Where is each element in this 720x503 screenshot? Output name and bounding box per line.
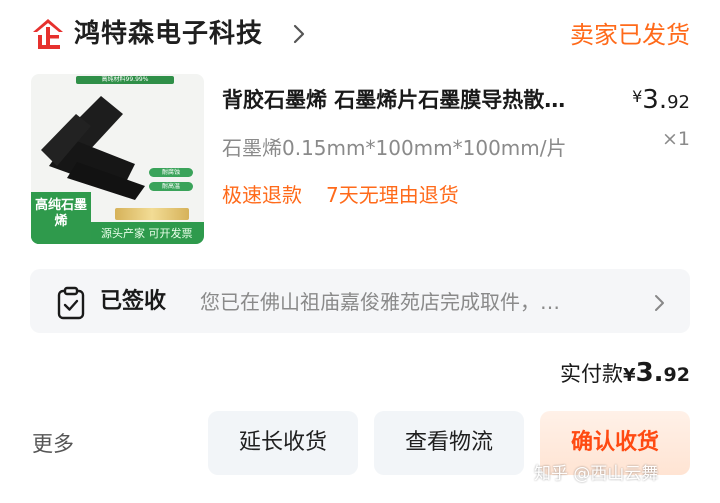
product-title[interactable]: 背胶石墨烯 石墨烯片石墨膜导热散…	[222, 85, 614, 115]
view-logistics-button[interactable]: 查看物流	[374, 411, 524, 475]
service-tags: 极速退款 7天无理由退货	[222, 180, 483, 210]
paid-amount: 实付款¥3.92	[560, 356, 690, 393]
more-button[interactable]: 更多	[32, 428, 74, 460]
paid-currency: ¥	[623, 365, 636, 386]
thumb-label-text: 高纯石墨烯	[34, 198, 87, 229]
extend-receipt-button[interactable]: 延长收货	[208, 411, 358, 475]
price-currency: ¥	[632, 87, 643, 106]
thumb-label: 高纯石墨烯	[31, 192, 91, 244]
price-cents: 92	[667, 92, 690, 113]
logistics-status: 已签收	[100, 289, 167, 314]
service-tag-7day-return: 7天无理由退货	[326, 183, 459, 207]
paid-integer: 3.	[635, 358, 664, 388]
product-quantity: ×1	[661, 128, 690, 150]
chevron-right-icon[interactable]	[652, 290, 668, 316]
logistics-description: 您已在佛山祖庙嘉俊雅苑店完成取件，…	[200, 290, 560, 314]
thumb-gold-bar	[115, 208, 189, 220]
shop-name[interactable]: 鸿特森电子科技	[74, 16, 263, 52]
product-thumbnail[interactable]: 高纯材料99.99% 耐腐蚀 耐高温 源头产家 可开发票 高纯石墨烯	[31, 74, 204, 244]
thumb-chip-1: 耐腐蚀	[149, 168, 193, 177]
order-status: 卖家已发货	[570, 21, 690, 49]
chevron-right-icon[interactable]	[290, 20, 310, 48]
paid-cents: 92	[663, 364, 690, 386]
thumb-bottom-text: 源头产家 可开发票	[101, 227, 193, 240]
price-integer: 3.	[642, 85, 668, 115]
product-price: ¥3.92	[632, 80, 690, 120]
clipboard-check-icon	[56, 286, 86, 320]
service-tag-fast-refund: 极速退款	[222, 183, 302, 207]
paid-label: 实付款	[560, 362, 624, 386]
watermark: 知乎 @西山云舞	[534, 464, 659, 484]
product-spec: 石墨烯0.15mm*100mm*100mm/片	[222, 136, 567, 160]
shop-logo-icon	[30, 17, 66, 51]
thumb-chip-2: 耐高温	[149, 182, 193, 191]
